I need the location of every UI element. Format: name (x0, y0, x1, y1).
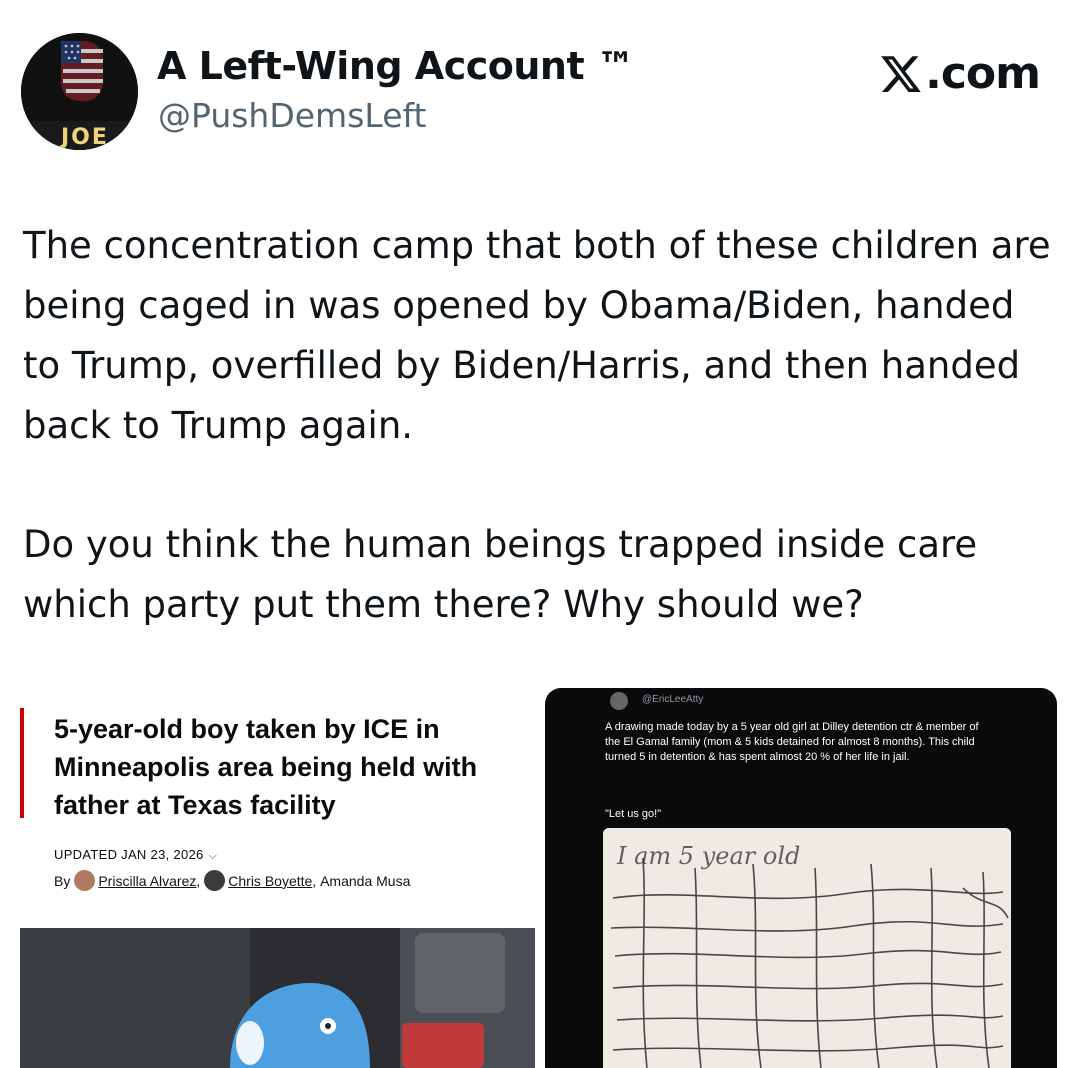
article-headline: 5-year-old boy taken by ICE in Minneapol… (54, 714, 478, 820)
x-logo-icon (881, 55, 921, 92)
avatar-caption: JOE (61, 125, 109, 150)
profile-avatar[interactable]: JOE (21, 33, 138, 150)
author-link-2[interactable]: Chris Boyette (228, 873, 312, 889)
embedded-avatar (610, 692, 628, 710)
tweet-paragraph-1: The concentration camp that both of thes… (23, 224, 1051, 447)
embedded-handle: @EricLeeAtty (642, 694, 704, 705)
by-label: By (54, 872, 71, 889)
media-embedded-post-screenshot[interactable]: @EricLeeAtty A drawing made today by a 5… (545, 688, 1057, 1068)
article-photo (20, 928, 535, 1068)
article-updated: UPDATED JAN 23, 2026 ⌵ (54, 847, 217, 863)
updated-date: UPDATED JAN 23, 2026 (54, 847, 204, 862)
byline-separator: , (312, 872, 317, 889)
byline-separator: , (196, 872, 201, 889)
embedded-post-text: A drawing made today by a 5 year old gir… (605, 721, 979, 763)
brand-domain: .com (925, 48, 1041, 99)
display-name[interactable]: A Left-Wing Account ™ (157, 44, 635, 88)
author-name-3: Amanda Musa (320, 872, 411, 889)
article-byline: By Priscilla Alvarez, Chris Boyette, Ama… (54, 870, 410, 891)
child-drawing-image: I am 5 year old (603, 828, 1011, 1068)
drawing-sketch: I am 5 year old (603, 828, 1011, 1068)
media-news-article[interactable]: 5-year-old boy taken by ICE in Minneapol… (20, 690, 535, 1068)
author-avatar (74, 870, 96, 891)
tweet-paragraph-2: Do you think the human beings trapped in… (23, 523, 978, 626)
drawing-handwriting: I am 5 year old (616, 842, 800, 870)
x-brand: .com (879, 48, 1041, 99)
embedded-post-quote: "Let us go!" (605, 808, 662, 820)
user-handle[interactable]: @PushDemsLeft (158, 96, 426, 135)
tweet-text: The concentration camp that both of thes… (23, 216, 1063, 635)
headline-accent-bar (20, 708, 24, 818)
chevron-down-icon: ⌵ (208, 850, 218, 862)
author-avatar (204, 870, 226, 891)
author-link-1[interactable]: Priscilla Alvarez (98, 873, 196, 889)
